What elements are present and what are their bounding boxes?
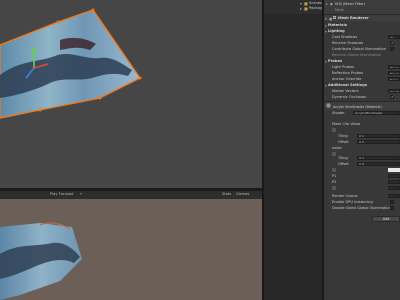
scene-viewport-svg [0,8,142,119]
offset2-x-field[interactable]: X 0 [357,162,400,166]
cast-shadows-dropdown[interactable]: On [388,35,400,39]
dynamic-occlusion-row: Dynamic Occlusion [324,94,400,100]
stats-button[interactable]: Stats [222,192,231,196]
shader-label: Shader [332,111,345,115]
shader-dropdown[interactable]: Acrylic/BlurShader [353,111,400,115]
motion-vectors-dropdown[interactable]: Per Object [388,89,400,93]
render-queue-field[interactable] [388,194,400,198]
tiling2-x-field[interactable]: X 1 [357,156,400,160]
scene-view[interactable] [0,0,262,188]
mesh-field-label: Mesh [335,8,344,12]
color-field[interactable] [388,168,400,172]
gpu-instancing-checkbox[interactable] [390,200,394,204]
double-sided-gi-label: Double Sided Global Illumination [332,206,391,210]
inspector-panel: ▸ ◆ M-B (Mesh Filter) Mesh ▾ ▣ Mesh Rend… [324,0,400,300]
expand-icon[interactable]: ▸ [326,2,328,6]
gizmos-button[interactable]: Gizmos [236,192,249,196]
mesh-renderer-header[interactable]: ▾ ▣ Mesh Renderer [324,15,400,21]
contribute-gi-checkbox[interactable] [390,47,394,51]
reflection-probes-dropdown[interactable]: Blend [388,71,400,75]
receive-shadows-checkbox[interactable] [390,40,394,46]
anchor-override-field[interactable]: None [388,77,400,81]
p1-field[interactable] [388,174,400,178]
extra-field[interactable] [388,186,400,190]
offset-x-field[interactable]: X 0 [357,140,400,144]
mesh-filter-title: M-B (Mesh Filter) [335,2,366,6]
dynamic-occlusion-label: Dynamic Occlusion [332,95,367,99]
game-view[interactable] [0,199,262,300]
hierarchy-item-scenes[interactable]: Scenes [309,1,322,5]
folder-icon: ■ [304,6,308,11]
extra-row [324,185,400,191]
play-mode-dropdown[interactable]: Play Focused [50,192,73,196]
light-probes-dropdown[interactable]: Blend [388,65,400,69]
dynamic-occlusion-checkbox[interactable] [390,94,394,100]
material-header[interactable]: Acrylic BlurShader (Material) [324,102,400,110]
component-enable-checkbox[interactable] [333,16,336,19]
chevron-down-icon[interactable]: ▾ [80,192,82,196]
tiling-x-field[interactable]: X 1 [357,134,400,138]
material-preview-icon [326,103,331,108]
chevron-right-icon[interactable]: ▸ [300,6,302,11]
texture-slot-icon[interactable] [332,186,336,190]
texture-slot-icon[interactable] [332,128,336,132]
double-sided-gi-checkbox[interactable] [390,206,394,210]
mesh-renderer-title: Mesh Renderer [338,16,369,20]
texture-slot-icon[interactable] [332,168,336,172]
game-viewport-svg [0,222,82,300]
project-panel: ▾ ■ Scenes ▸ ■ Packages [264,0,326,300]
double-sided-gi-row: Double Sided Global Illumination [324,205,400,211]
p2-field[interactable] [388,180,400,184]
shader-row: Shader Acrylic/BlurShader [324,110,400,116]
add-component-button[interactable]: Add [372,216,400,222]
mesh-filter-icon: ◆ [330,2,333,6]
